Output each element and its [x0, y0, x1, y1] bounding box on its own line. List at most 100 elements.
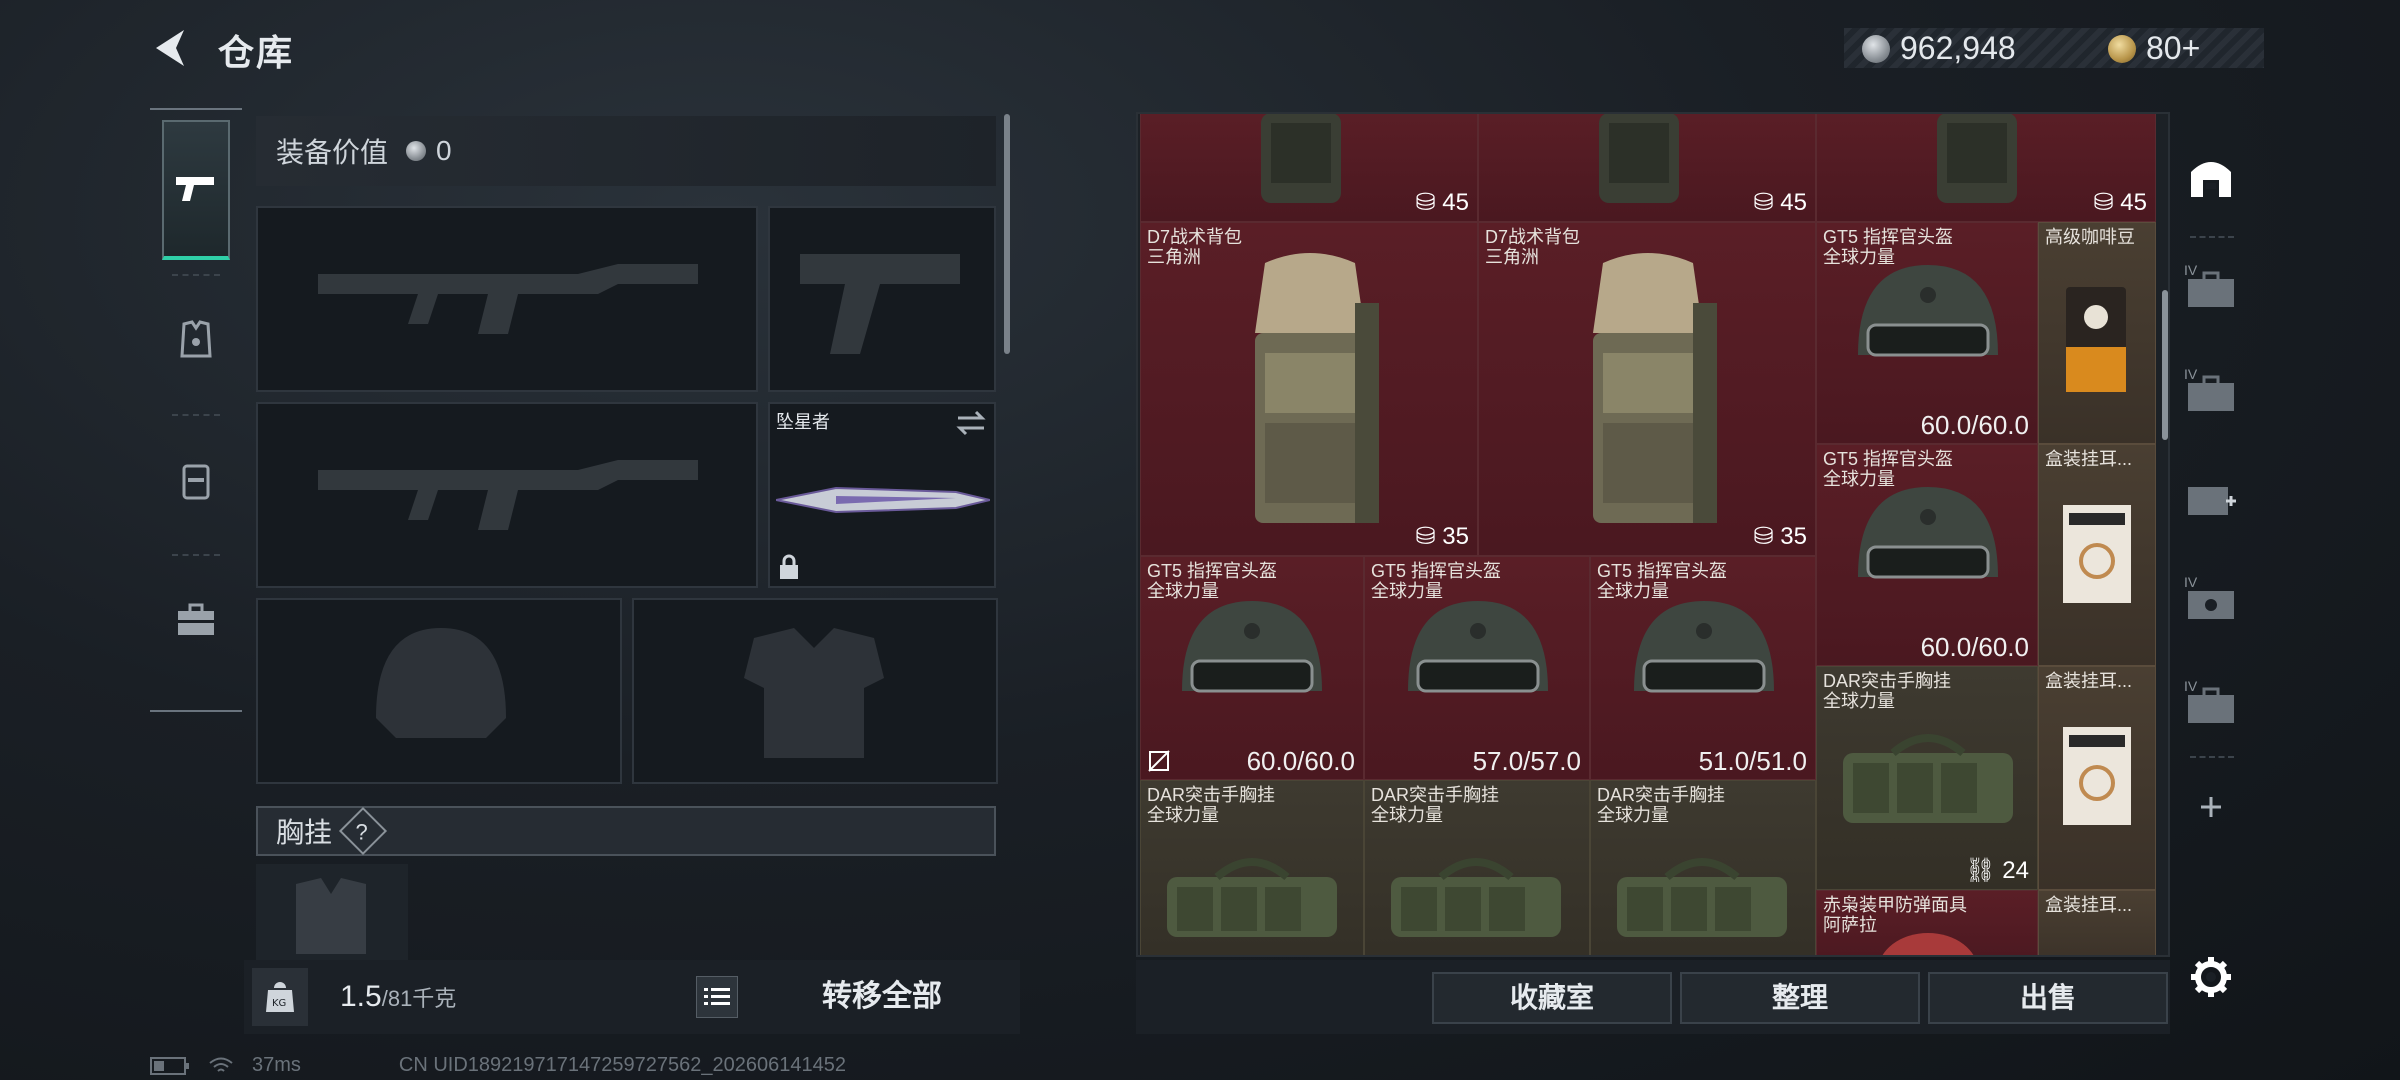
tab-weapons[interactable]: [162, 120, 230, 260]
divider: [2190, 756, 2234, 758]
equipment-panel: 装备价值 0 坠星者 胸挂 ?: [244, 108, 1012, 1038]
knife-icon: [776, 486, 990, 514]
inventory-item[interactable]: D7战术背包 三角洲 ⛁ 35: [1478, 222, 1816, 556]
equipment-scrollbar[interactable]: [1004, 114, 1010, 354]
inventory-item[interactable]: GT5 指挥官头盔 全球力量 60.0/60.0: [1816, 222, 2038, 444]
helmet-slot[interactable]: [256, 598, 622, 784]
secondary-weapon-slot[interactable]: [768, 206, 996, 392]
briefcase-icon: [178, 603, 214, 635]
wifi-icon: [209, 1057, 233, 1072]
weight-button[interactable]: KG: [252, 968, 308, 1026]
rail-case-2[interactable]: IV: [2182, 366, 2240, 424]
settings-button[interactable]: [2182, 948, 2240, 1006]
rail-case-3[interactable]: IV: [2182, 574, 2240, 632]
chest-rig-label: 胸挂: [276, 817, 333, 848]
gold-currency[interactable]: 80+: [2108, 30, 2200, 67]
silver-currency[interactable]: 962,948: [1862, 30, 2016, 67]
coffee-bag-icon: [2066, 287, 2126, 392]
inventory-item[interactable]: ⛁ 45: [1478, 114, 1816, 222]
armor-silhouette-icon: [744, 628, 884, 758]
storage-rail: IV IV IV IV: [2176, 112, 2246, 1012]
inventory-footer: 收藏室 整理 出售: [1136, 960, 2170, 1034]
no-repair-icon: [1148, 750, 1170, 772]
weight-max: /81千克: [381, 986, 457, 1011]
chest-rig-item-icon: [1617, 858, 1787, 937]
rail-case-1[interactable]: IV: [2182, 262, 2240, 320]
inventory-item[interactable]: GT5 指挥官头盔 全球力量 60.0/60.0: [1140, 556, 1364, 780]
coffee-box-icon: [2063, 727, 2131, 825]
equipment-value-label: 装备价值: [276, 137, 389, 168]
silver-coin-icon: [1862, 34, 1890, 63]
weight-current: 1.5: [340, 980, 382, 1013]
rail-home-storage[interactable]: [2182, 148, 2240, 206]
inventory-item[interactable]: DAR突击手胸挂 全球力量 ⛓ 24: [1816, 666, 2038, 890]
item-durability: 60.0/60.0: [1246, 746, 1355, 776]
inventory-item[interactable]: 盒装挂耳...: [2038, 444, 2156, 666]
helmet-item-icon: [1634, 601, 1774, 693]
inventory-item[interactable]: DAR突击手胸挂 全球力量: [1590, 780, 1816, 955]
rail-add-case[interactable]: [2182, 778, 2240, 836]
item-count: ⛁ 45: [1753, 189, 1807, 216]
organize-button[interactable]: 整理: [1680, 972, 1920, 1024]
inventory-item[interactable]: 盒装挂耳...: [2038, 890, 2156, 955]
tab-backpack[interactable]: [162, 410, 230, 550]
medical-case-icon: [2188, 487, 2236, 515]
back-arrow-icon[interactable]: [150, 26, 194, 70]
helmet-silhouette-icon: [376, 628, 506, 738]
body-armor-slot[interactable]: [632, 598, 998, 784]
gold-amount: 80+: [2146, 30, 2201, 66]
item-count: ⛁ 35: [1753, 523, 1807, 550]
backpack-item-icon: [1593, 253, 1717, 523]
tab-armor[interactable]: [162, 270, 230, 410]
inventory-grid: ⛁ 45 ⛁ 45 ⛁ 45 D7战术背包 三角洲 ⛁ 35 D7战术背包 三角洲 …: [1136, 112, 2170, 957]
rail-medical-case[interactable]: [2182, 470, 2240, 528]
equipment-value: 0: [436, 135, 452, 166]
item-count: ⛓ 24: [1965, 857, 2029, 884]
item-durability: 57.0/57.0: [1472, 746, 1581, 776]
list-view-button[interactable]: [696, 976, 738, 1018]
melee-slot[interactable]: 坠星者: [768, 402, 996, 588]
svg-text:KG: KG: [272, 998, 286, 1009]
currency-bar: 962,948 80+: [1844, 28, 2264, 68]
rig-silhouette-icon: [296, 878, 366, 954]
sell-button[interactable]: 出售: [1928, 972, 2168, 1024]
inventory-item[interactable]: GT5 指挥官头盔 全球力量 57.0/57.0: [1364, 556, 1590, 780]
inventory-item[interactable]: 盒装挂耳...: [2038, 666, 2156, 890]
weight-icon: KG: [266, 982, 294, 1012]
inventory-item[interactable]: ⛁ 45: [1816, 114, 2156, 222]
carry-weight: 1.5/81千克: [340, 980, 456, 1014]
inventory-item[interactable]: DAR突击手胸挂 全球力量: [1364, 780, 1590, 955]
mask-item-icon: [1882, 933, 1974, 955]
item-durability: 51.0/51.0: [1698, 746, 1807, 776]
item-count: ⛁ 35: [1415, 523, 1469, 550]
chest-rig-header: 胸挂 ?: [256, 806, 996, 856]
chest-rig-item-icon: [1167, 858, 1337, 937]
helmet-item-icon: [1858, 265, 1998, 357]
inventory-item[interactable]: D7战术背包 三角洲 ⛁ 35: [1140, 222, 1478, 556]
help-icon[interactable]: ?: [338, 806, 388, 856]
inventory-item[interactable]: 赤枭装甲防弹面具 阿萨拉: [1816, 890, 2038, 955]
tab-case[interactable]: [162, 550, 230, 690]
vest-icon: [180, 320, 212, 358]
user-uid: CN UID189219717147259727562_202606141452: [398, 1054, 846, 1076]
transfer-all-button[interactable]: 转移全部: [764, 972, 1000, 1022]
inventory-item[interactable]: DAR突击手胸挂 全球力量: [1140, 780, 1364, 955]
collection-room-button[interactable]: 收藏室: [1432, 972, 1672, 1024]
primary-weapon-slot[interactable]: [256, 206, 758, 392]
pistol-silhouette-icon: [800, 254, 960, 354]
inventory-item[interactable]: GT5 指挥官头盔 全球力量 60.0/60.0: [1816, 444, 2038, 666]
chest-rig-slot[interactable]: [256, 864, 408, 964]
silver-coin-icon: [406, 141, 427, 161]
swap-icon[interactable]: [956, 410, 986, 436]
inventory-scrollbar[interactable]: [2162, 290, 2168, 440]
inventory-item[interactable]: GT5 指挥官头盔 全球力量 51.0/51.0: [1590, 556, 1816, 780]
item-durability: 60.0/60.0: [1920, 410, 2029, 440]
rail-case-4[interactable]: IV: [2182, 678, 2240, 736]
silver-amount: 962,948: [1900, 30, 2016, 66]
inventory-item[interactable]: 高级咖啡豆: [2038, 222, 2156, 444]
primary-weapon-slot-2[interactable]: [256, 402, 758, 588]
backpack-item-icon: [1255, 253, 1379, 523]
backpack-icon: [182, 464, 210, 500]
backpack-item-icon: [1937, 114, 2017, 203]
inventory-item[interactable]: ⛁ 45: [1140, 114, 1478, 222]
